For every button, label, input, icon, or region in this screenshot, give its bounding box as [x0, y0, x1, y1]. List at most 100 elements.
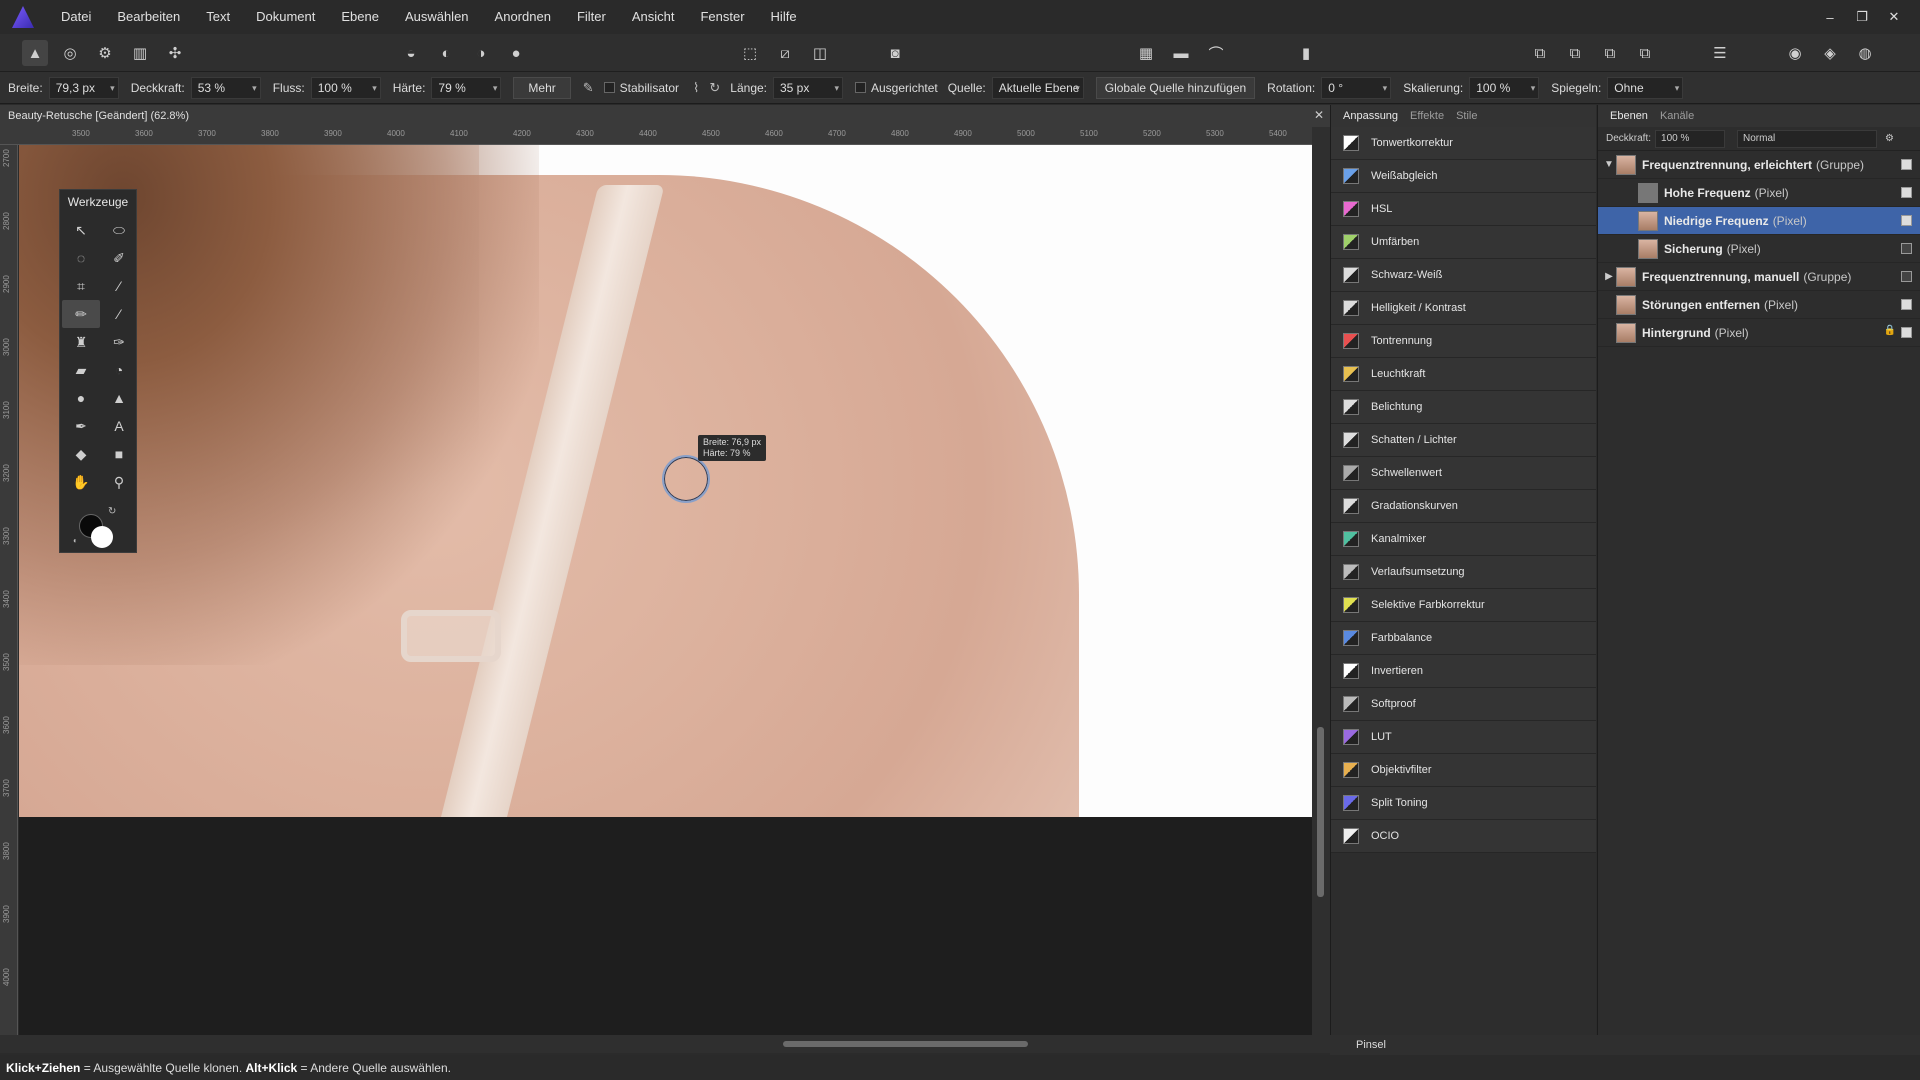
rectangle-tool-icon[interactable]: ■	[100, 440, 138, 468]
adjustment-item[interactable]: LUT	[1331, 721, 1596, 754]
develop-persona-icon[interactable]: ⚙	[92, 40, 118, 66]
eraser-icon[interactable]: ▰	[62, 356, 100, 384]
layer-row[interactable]: ▶ Frequenztrennung, manuell (Gruppe)	[1598, 263, 1920, 291]
zoom-tool-icon[interactable]: ⚲	[100, 468, 138, 496]
color-picker-icon[interactable]: ⁄	[100, 272, 138, 300]
rotation-field[interactable]: 0 °	[1321, 76, 1392, 99]
mehr-button[interactable]: Mehr	[513, 76, 571, 99]
adjustment-item[interactable]: Schatten / Lichter	[1331, 424, 1596, 457]
fluss-field[interactable]: 100 %	[310, 76, 381, 99]
rope-mode-icon[interactable]: ⌇	[693, 80, 699, 96]
stabilisator-checkbox[interactable]	[603, 82, 615, 93]
vertical-scroll-thumb[interactable]	[1317, 727, 1324, 897]
horizontal-scrollbar[interactable]	[0, 1035, 1330, 1053]
close-icon[interactable]: ✕	[1878, 9, 1910, 25]
breite-field[interactable]: 79,3 px	[48, 76, 119, 99]
adjustment-item[interactable]: Weißabgleich	[1331, 160, 1596, 193]
freehand-selection-icon[interactable]: ◌	[62, 244, 100, 272]
window-mode-icon[interactable]: ↻	[709, 80, 720, 96]
invert-selection-icon[interactable]: ◫	[807, 40, 833, 66]
boolean-subtract-icon[interactable]: ◈	[1817, 40, 1843, 66]
tab-anpassung[interactable]: Anpassung	[1343, 110, 1398, 122]
expand-arrow-icon[interactable]: ▶	[1602, 271, 1616, 282]
spiegeln-dropdown[interactable]: Ohne	[1607, 76, 1684, 99]
skalierung-field[interactable]: 100 %	[1469, 76, 1540, 99]
lock-icon[interactable]: 🔒	[1884, 325, 1896, 336]
menu-ansicht[interactable]: Ansicht	[619, 0, 688, 34]
selection-brush-icon[interactable]: ⬭	[100, 216, 138, 244]
layer-row[interactable]: Sicherung (Pixel)	[1598, 235, 1920, 263]
menu-datei[interactable]: Datei	[48, 0, 104, 34]
adjustment-item[interactable]: Belichtung	[1331, 391, 1596, 424]
document-tab[interactable]: Beauty-Retusche [Geändert] (62.8%) ✕	[0, 105, 1330, 127]
layer-row[interactable]: Niedrige Frequenz (Pixel)	[1598, 207, 1920, 235]
adjustment-item[interactable]: Split Toning	[1331, 787, 1596, 820]
export-persona-icon[interactable]: ✣	[162, 40, 188, 66]
adjustment-item[interactable]: Tonwertkorrektur	[1331, 127, 1596, 160]
menu-dokument[interactable]: Dokument	[243, 0, 328, 34]
tonemap-persona-icon[interactable]: ▥	[127, 40, 153, 66]
auto-contrast-icon[interactable]: ◐	[433, 40, 459, 66]
blur-brush-icon[interactable]: ●	[62, 384, 100, 412]
layer-visibility-checkbox[interactable]	[1901, 243, 1912, 254]
move-tool-icon[interactable]: ↖	[62, 216, 100, 244]
red-eye-icon[interactable]: ◔	[100, 356, 138, 384]
text-tool-icon[interactable]: A	[100, 412, 138, 440]
adjustment-item[interactable]: OCIO	[1331, 820, 1596, 853]
menu-bearbeiten[interactable]: Bearbeiten	[104, 0, 193, 34]
adjustment-item[interactable]: Verlaufsumsetzung	[1331, 556, 1596, 589]
laenge-field[interactable]: 35 px	[773, 76, 843, 99]
layer-visibility-checkbox[interactable]	[1901, 327, 1912, 338]
boolean-intersect-icon[interactable]: ◍	[1852, 40, 1878, 66]
align-icon[interactable]: ☰	[1707, 40, 1733, 66]
vertical-scrollbar[interactable]	[1312, 127, 1330, 1035]
menu-text[interactable]: Text	[193, 0, 243, 34]
quelle-dropdown[interactable]: Aktuelle Ebene	[991, 76, 1084, 99]
adjustment-item[interactable]: Leuchtkraft	[1331, 358, 1596, 391]
close-document-icon[interactable]: ✕	[1314, 108, 1324, 122]
horizontal-scroll-thumb[interactable]	[783, 1041, 1028, 1047]
quick-mask-icon[interactable]: ◙	[882, 40, 908, 66]
layer-visibility-checkbox[interactable]	[1901, 159, 1912, 170]
layer-visibility-checkbox[interactable]	[1901, 271, 1912, 282]
expand-arrow-icon[interactable]: ▼	[1602, 159, 1616, 170]
adjustment-item[interactable]: Softproof	[1331, 688, 1596, 721]
globale-quelle-button[interactable]: Globale Quelle hinzufügen	[1095, 76, 1256, 99]
auto-white-balance-icon[interactable]: ●	[503, 40, 529, 66]
layer-opacity-field[interactable]: 100 %	[1655, 129, 1726, 148]
adjustment-item[interactable]: HSL	[1331, 193, 1596, 226]
menu-filter[interactable]: Filter	[564, 0, 619, 34]
layer-visibility-checkbox[interactable]	[1901, 299, 1912, 310]
deselect-icon[interactable]: ⧄	[772, 40, 798, 66]
adjustment-item[interactable]: Gradationskurven	[1331, 490, 1596, 523]
paint-brush-icon[interactable]: ✏	[62, 300, 100, 328]
canvas-area[interactable]: Breite: 76,9 px Härte: 79 %	[19, 145, 1312, 1035]
restore-icon[interactable]: ❐	[1846, 9, 1878, 25]
deckkraft-field[interactable]: 53 %	[190, 76, 261, 99]
haerte-field[interactable]: 79 %	[431, 76, 502, 99]
menu-fenster[interactable]: Fenster	[687, 0, 757, 34]
assistant-icon[interactable]: ▮	[1293, 40, 1319, 66]
arrange-forward-icon[interactable]: ⧉	[1597, 40, 1623, 66]
adjustment-item[interactable]: Schwellenwert	[1331, 457, 1596, 490]
arrange-front-icon[interactable]: ⧉	[1632, 40, 1658, 66]
pixel-brush-icon[interactable]: ⁄	[100, 300, 138, 328]
menu-auswaehlen[interactable]: Auswählen	[392, 0, 482, 34]
menu-hilfe[interactable]: Hilfe	[758, 0, 810, 34]
arrange-backward-icon[interactable]: ⧉	[1562, 40, 1588, 66]
adjustment-item[interactable]: Kanalmixer	[1331, 523, 1596, 556]
fill-tool-icon[interactable]: ◆	[62, 440, 100, 468]
layer-row[interactable]: Hohe Frequenz (Pixel)	[1598, 179, 1920, 207]
adjustment-item[interactable]: Farbbalance	[1331, 622, 1596, 655]
sharpen-icon[interactable]: ▲	[100, 384, 138, 412]
menu-anordnen[interactable]: Anordnen	[482, 0, 564, 34]
select-all-icon[interactable]: ⬚	[737, 40, 763, 66]
eyedropper-icon[interactable]: ✐	[100, 244, 138, 272]
adjustment-item[interactable]: Selektive Farbkorrektur	[1331, 589, 1596, 622]
blend-mode-dropdown[interactable]: Normal	[1737, 129, 1878, 148]
layer-settings-icon[interactable]: ⚙	[1885, 133, 1894, 144]
clone-stamp-icon[interactable]: ♜	[62, 328, 100, 356]
tab-kanaele[interactable]: Kanäle	[1660, 110, 1694, 122]
layer-row[interactable]: Störungen entfernen (Pixel)	[1598, 291, 1920, 319]
grid-icon[interactable]: ▦	[1133, 40, 1159, 66]
